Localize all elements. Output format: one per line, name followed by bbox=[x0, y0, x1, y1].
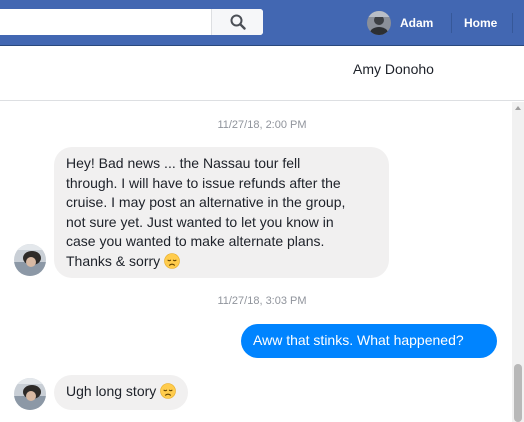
message-line: cruise. I may post an alternative in the… bbox=[66, 194, 346, 210]
scroll-up-arrow-icon[interactable] bbox=[515, 106, 521, 110]
message-line: through. I will have to issue refunds af… bbox=[66, 174, 341, 191]
disappointed-face-emoji-icon bbox=[164, 252, 180, 269]
profile-link[interactable]: Adam bbox=[367, 10, 433, 36]
message-line: Hey! Bad news ... the Nassau tour fell bbox=[66, 155, 301, 171]
message-line: not sure yet. Just wanted to let you kno… bbox=[66, 213, 334, 230]
search-input[interactable] bbox=[4, 12, 204, 32]
contact-avatar[interactable] bbox=[14, 244, 46, 276]
scrollbar-thumb[interactable] bbox=[514, 364, 522, 422]
message-line-text: Thanks & sorry bbox=[66, 252, 161, 269]
disappointed-face-emoji-icon bbox=[160, 383, 176, 399]
message-thread: 11/27/18, 2:00 PM Hey! Bad news ... the … bbox=[0, 102, 524, 422]
incoming-message-bubble[interactable]: Ugh long story bbox=[54, 375, 189, 410]
thread-scrollbar[interactable] bbox=[512, 102, 524, 422]
message-text: Ugh long story bbox=[66, 383, 157, 399]
nav-divider bbox=[451, 13, 452, 33]
search-icon bbox=[230, 14, 246, 30]
profile-name: Adam bbox=[400, 16, 434, 30]
outgoing-message-bubble[interactable]: Aww that stinks. What happened? bbox=[241, 324, 497, 358]
nav-divider bbox=[512, 13, 513, 33]
contact-avatar[interactable] bbox=[14, 378, 46, 410]
contact-name[interactable]: Amy Donoho bbox=[353, 61, 434, 77]
conversation-header: Amy Donoho bbox=[0, 47, 524, 101]
profile-avatar bbox=[367, 11, 391, 35]
top-navigation-bar: Adam Home bbox=[0, 0, 524, 46]
message-timestamp: 11/27/18, 2:00 PM bbox=[217, 119, 307, 131]
incoming-message-bubble[interactable]: Hey! Bad news ... the Nassau tour fell t… bbox=[54, 147, 389, 278]
message-line: Thanks & sorry bbox=[66, 252, 377, 272]
home-link[interactable]: Home bbox=[464, 16, 497, 30]
message-line: case you wanted to make alternate plans. bbox=[66, 233, 325, 249]
search-box[interactable] bbox=[0, 9, 263, 35]
message-text: Aww that stinks. What happened? bbox=[253, 332, 464, 348]
message-timestamp: 11/27/18, 3:03 PM bbox=[217, 295, 307, 307]
search-button[interactable] bbox=[211, 9, 263, 35]
